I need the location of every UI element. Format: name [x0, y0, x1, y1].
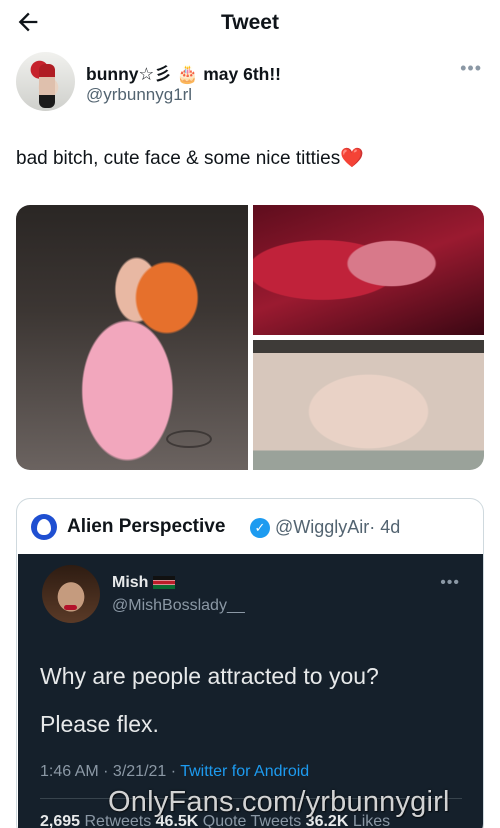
- embedded-avatar: [42, 565, 100, 623]
- more-options-button[interactable]: •••: [460, 58, 482, 79]
- embedded-ellipsis-icon: •••: [440, 574, 460, 591]
- embedded-tweet-text: Why are people attracted to you? Please …: [40, 652, 460, 748]
- watermark: OnlyFans.com/yrbunnygirl: [108, 786, 450, 818]
- photo-1[interactable]: [16, 205, 248, 470]
- embedded-handle: @MishBosslady__: [112, 597, 245, 614]
- quoted-tweet-header: Alien Perspective ✓ @WigglyAir· 4d: [31, 514, 471, 540]
- quoted-tweet[interactable]: Alien Perspective ✓ @WigglyAir· 4d Mish …: [16, 498, 484, 828]
- quoted-time: · 4d: [369, 517, 401, 537]
- quoted-display-name: Alien Perspective: [67, 516, 226, 537]
- embedded-source: Twitter for Android: [180, 763, 310, 780]
- avatar[interactable]: [16, 52, 75, 111]
- embedded-meta: 1:46 AM · 3/21/21 · Twitter for Android: [40, 763, 309, 781]
- embedded-timestamp: 1:46 AM · 3/21/21 ·: [40, 763, 181, 780]
- quoted-handle: @WigglyAir· 4d: [275, 517, 400, 538]
- page-title: Tweet: [221, 11, 279, 34]
- verified-badge-icon: ✓: [250, 518, 270, 538]
- alien-avatar-icon: [31, 514, 57, 540]
- embedded-line-2: Please flex.: [40, 711, 159, 737]
- ellipsis-icon: •••: [460, 58, 482, 78]
- photo-3[interactable]: [253, 340, 484, 470]
- tweet-text: bad bitch, cute face & some nice titties…: [16, 146, 364, 170]
- embedded-display-name: Mish: [112, 574, 149, 591]
- top-bar: Tweet: [0, 0, 500, 46]
- display-name[interactable]: bunny☆彡 🎂 may 6th!!: [86, 61, 281, 86]
- photo-2[interactable]: [253, 205, 484, 335]
- retweets-count: 2,695: [40, 813, 81, 828]
- kenya-flag-icon: [153, 576, 175, 589]
- tweet-body: bad bitch, cute face & some nice titties: [16, 148, 341, 169]
- user-handle[interactable]: @yrbunnyg1rl: [86, 85, 192, 105]
- media-grid: [16, 205, 484, 470]
- heart-emoji-icon: ❤️: [340, 148, 364, 169]
- embedded-line-1: Why are people attracted to you?: [40, 663, 379, 689]
- quoted-user-handle: @WigglyAir: [275, 517, 370, 537]
- tweet-author: bunny☆彡 🎂 may 6th!! @yrbunnyg1rl •••: [16, 52, 486, 114]
